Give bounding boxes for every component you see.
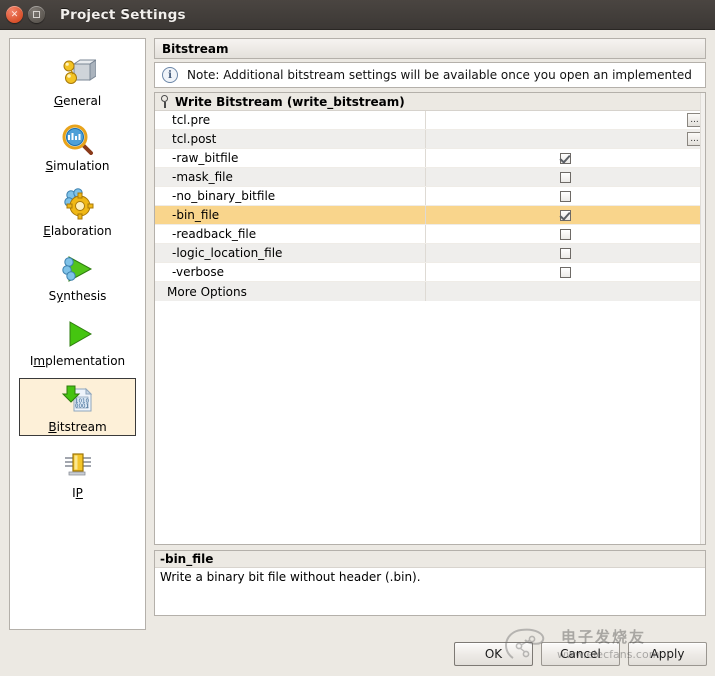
elaboration-icon — [61, 185, 95, 223]
description-title: -bin_file — [155, 551, 705, 568]
simulation-icon — [61, 120, 95, 158]
property-value[interactable]: ... — [426, 111, 705, 129]
sidebar-item-label: Implementation — [30, 354, 125, 368]
svg-text:0001: 0001 — [75, 404, 89, 410]
table-scrollbar[interactable] — [700, 93, 705, 544]
property-value[interactable]: ... — [426, 130, 705, 148]
panel-header-label: Bitstream — [162, 42, 229, 56]
panel-header: Bitstream — [154, 38, 706, 59]
property-name: -no_binary_bitfile — [155, 189, 425, 203]
property-value[interactable] — [426, 206, 705, 224]
sidebar-item-synthesis[interactable]: Synthesis — [10, 248, 145, 304]
property-value[interactable] — [426, 225, 705, 243]
checkbox-no-binary-bitfile[interactable] — [560, 191, 571, 202]
key-icon — [160, 95, 170, 108]
property-value[interactable] — [426, 263, 705, 281]
close-icon[interactable]: ✕ — [6, 6, 23, 23]
checkbox-logic-location-file[interactable] — [560, 248, 571, 259]
sidebar-item-label: Simulation — [46, 159, 110, 173]
maximize-icon[interactable] — [28, 6, 45, 23]
window-title: Project Settings — [60, 7, 186, 23]
property-name: -bin_file — [155, 208, 425, 222]
property-group-label: Write Bitstream (write_bitstream) — [175, 95, 405, 109]
property-name: tcl.pre — [155, 113, 425, 127]
synthesis-icon — [61, 250, 95, 288]
more-options-value[interactable] — [426, 282, 705, 301]
property-value[interactable] — [426, 149, 705, 167]
more-options-row[interactable]: More Options — [155, 282, 705, 301]
property-name: -verbose — [155, 265, 425, 279]
table-row[interactable]: -readback_file — [155, 225, 705, 244]
checkbox-verbose[interactable] — [560, 267, 571, 278]
note-bar: i Note: Additional bitstream settings wi… — [154, 62, 706, 88]
ok-button[interactable]: OK — [454, 642, 533, 666]
table-row-selected[interactable]: -bin_file — [155, 206, 705, 225]
property-name: -mask_file — [155, 170, 425, 184]
sidebar-item-elaboration[interactable]: Elaboration — [10, 183, 145, 239]
info-icon: i — [162, 67, 178, 83]
bitstream-icon: 1010 0001 — [58, 381, 98, 419]
property-name: -readback_file — [155, 227, 425, 241]
settings-category-sidebar[interactable]: General Simulation — [9, 38, 146, 630]
property-group-header[interactable]: Write Bitstream (write_bitstream) — [155, 93, 705, 111]
property-name: -logic_location_file — [155, 246, 425, 260]
sidebar-item-label: Bitstream — [48, 420, 106, 434]
sidebar-item-label: General — [54, 94, 101, 108]
table-row[interactable]: -logic_location_file — [155, 244, 705, 263]
checkbox-readback-file[interactable] — [560, 229, 571, 240]
table-row[interactable]: -verbose — [155, 263, 705, 282]
sidebar-item-bitstream[interactable]: 1010 0001 Bitstream — [19, 378, 136, 436]
sidebar-item-label: IP — [72, 486, 83, 500]
note-text: Note: Additional bitstream settings will… — [187, 68, 692, 82]
table-row[interactable]: -mask_file — [155, 168, 705, 187]
sidebar-item-ip[interactable]: IP — [10, 445, 145, 501]
sidebar-item-general[interactable]: General — [10, 53, 145, 109]
sidebar-item-implementation[interactable]: Implementation — [10, 313, 145, 369]
sidebar-item-label: Synthesis — [49, 289, 107, 303]
property-name: -raw_bitfile — [155, 151, 425, 165]
checkbox-mask-file[interactable] — [560, 172, 571, 183]
more-options-label: More Options — [155, 285, 425, 299]
table-row[interactable]: -no_binary_bitfile — [155, 187, 705, 206]
cancel-button[interactable]: Cancel — [541, 642, 620, 666]
properties-table[interactable]: Write Bitstream (write_bitstream) tcl.pr… — [154, 92, 706, 545]
window-titlebar: ✕ Project Settings — [0, 0, 715, 30]
description-text: Write a binary bit file without header (… — [155, 568, 705, 584]
table-row[interactable]: tcl.post ... — [155, 130, 705, 149]
bottom-cutoff-text — [0, 672, 715, 676]
implementation-icon — [61, 315, 95, 353]
description-panel: -bin_file Write a binary bit file withou… — [154, 550, 706, 616]
general-icon — [60, 55, 96, 93]
checkbox-bin-file[interactable] — [560, 210, 571, 221]
table-row[interactable]: -raw_bitfile — [155, 149, 705, 168]
dialog-footer: OK Cancel Apply — [0, 642, 715, 666]
sidebar-item-label: Elaboration — [43, 224, 112, 238]
property-name: tcl.post — [155, 132, 425, 146]
checkbox-raw-bitfile[interactable] — [560, 153, 571, 164]
settings-detail-panel: Bitstream i Note: Additional bitstream s… — [154, 38, 706, 630]
property-value[interactable] — [426, 187, 705, 205]
property-value[interactable] — [426, 168, 705, 186]
project-settings-dialog: General Simulation — [0, 30, 715, 676]
ip-icon — [61, 447, 95, 485]
sidebar-item-simulation[interactable]: Simulation — [10, 118, 145, 174]
property-value[interactable] — [426, 244, 705, 262]
table-row[interactable]: tcl.pre ... — [155, 111, 705, 130]
apply-button[interactable]: Apply — [628, 642, 707, 666]
